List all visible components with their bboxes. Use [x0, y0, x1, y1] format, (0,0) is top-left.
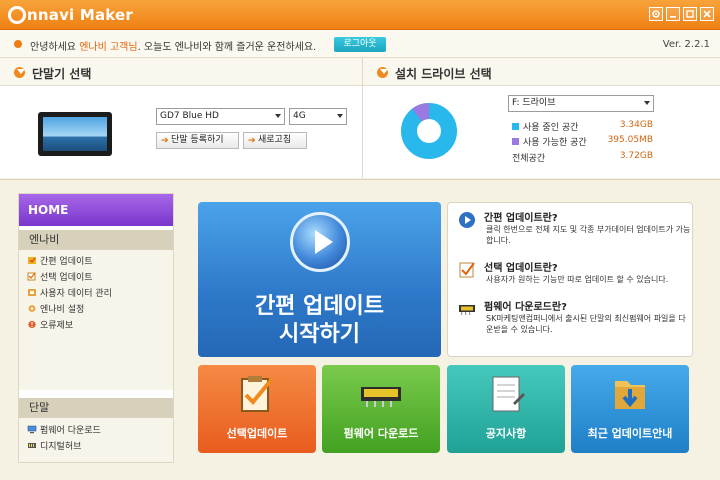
sidebar-item-ennavi-settings[interactable]: 엔나비 설정 [27, 302, 84, 315]
greeting-prefix: 안녕하세요 [30, 42, 76, 53]
recent-update-tile-label: 최근 업데이트안내 [587, 427, 673, 440]
info-desc-easy-update: 클릭 한번으로 전체 지도 및 각종 부가데이터 업데이트가 가능합니다. [486, 225, 691, 245]
info-desc-select-update: 사용자가 원하는 기능만 따로 업데이트 할 수 있습니다. [486, 275, 669, 284]
chevron-down-icon [644, 101, 650, 105]
select-update-tile[interactable]: 선택업데이트 [198, 365, 316, 453]
easy-update-icon [28, 257, 36, 264]
window-controls [649, 7, 714, 21]
chip-icon [361, 387, 401, 407]
drive-panel-header: 설치 드라이브 선택 [363, 58, 720, 86]
easy-update-start-line2: 시작하기 [279, 322, 360, 347]
free-space-arc [412, 103, 430, 122]
info-title-select-update: 선택 업데이트란? [484, 263, 558, 274]
free-swatch [512, 138, 519, 145]
select-update-info-icon [459, 262, 475, 278]
device-model-select[interactable]: GD7 Blue HD [156, 108, 285, 125]
folder-download-icon [615, 381, 645, 409]
refresh-button[interactable]: ➔ 새로고침 [243, 132, 307, 149]
version-label: Ver. 2.2.1 [662, 39, 710, 50]
info-desc-firmware: SK마케팅앤컴퍼니에서 출시된 단말의 최신펌웨어 파일을 다운받을 수 있습니… [486, 314, 686, 334]
greeting-suffix: . 오늘도 엔나비와 함께 즐거운 운전하세요. [137, 42, 317, 53]
notepad-icon [492, 376, 525, 412]
drive-select-value: F: 드라이브 [512, 98, 556, 108]
section-arrow-icon [377, 67, 388, 78]
total-space-label: 전체공간 [512, 154, 546, 164]
firmware-download-tile-label: 펌웨어 다운로드 [343, 427, 419, 440]
disk-usage-donut-chart [401, 103, 457, 159]
select-update-tile-label: 선택업데이트 [226, 427, 288, 440]
notice-tile-label: 공지사항 [485, 427, 527, 440]
used-space-legend: 사용 중인 공간 [512, 120, 578, 133]
settings-icon[interactable] [649, 7, 663, 21]
register-device-button[interactable]: ➔ 단말 등록하기 [156, 132, 239, 149]
used-space-label: 사용 중인 공간 [523, 123, 579, 133]
info-title-easy-update: 간편 업데이트란? [484, 213, 558, 224]
logout-button[interactable]: 로그아웃 [334, 37, 386, 52]
device-panel-header: 단말기 선택 [0, 58, 362, 86]
sidebar-item-user-data[interactable]: 사용자 데이터 관리 [27, 286, 112, 299]
section-arrow-icon [14, 67, 25, 78]
used-swatch [512, 123, 519, 130]
app-logo: nnavi Maker [8, 5, 133, 25]
arrow-right-icon: ➔ [248, 136, 256, 146]
sidebar-item-select-update[interactable]: 선택 업데이트 [27, 270, 93, 283]
info-panel: 간편 업데이트란? 클릭 한번으로 전체 지도 및 각종 부가데이터 업데이트가… [447, 202, 693, 357]
register-device-label: 단말 등록하기 [171, 135, 224, 145]
sidebar: HOME 엔나비 간편 업데이트 선택 업데이트 사용자 데이터 관리 엔나비 … [18, 193, 174, 463]
firmware-download-tile[interactable]: 펌웨어 다운로드 [322, 365, 440, 453]
chevron-down-icon [337, 114, 343, 118]
chevron-down-icon [275, 114, 281, 118]
capacity-value: 4G [293, 111, 306, 121]
device-model-value: GD7 Blue HD [160, 111, 219, 121]
drive-select[interactable]: F: 드라이브 [508, 95, 654, 112]
navigation-device-image [38, 112, 112, 156]
app-title: nnavi Maker [27, 6, 134, 24]
title-bar: nnavi Maker [0, 0, 720, 30]
home-button[interactable]: HOME [19, 194, 173, 226]
sidebar-item-error-report[interactable]: 오류제보 [27, 318, 73, 331]
sidebar-item-digital-hub[interactable]: 디지털허브 [27, 439, 81, 452]
sidebar-section-device: 단말 [19, 398, 173, 418]
minimize-icon[interactable] [666, 7, 680, 21]
easy-update-start-tile[interactable]: 간편 업데이트 시작하기 [198, 202, 441, 357]
free-space-label: 사용 가능한 공간 [523, 138, 587, 148]
gear-icon [28, 305, 36, 312]
close-icon[interactable] [700, 7, 714, 21]
easy-update-info-icon [459, 212, 475, 228]
restore-icon[interactable] [683, 7, 697, 21]
sidebar-section-ennavi-body: 간편 업데이트 선택 업데이트 사용자 데이터 관리 엔나비 설정 오류제보 [19, 250, 173, 390]
free-space-value: 395.05MB [607, 135, 653, 145]
checklist-icon [241, 376, 274, 412]
free-space-legend: 사용 가능한 공간 [512, 135, 587, 148]
firmware-info-icon [459, 305, 475, 315]
sidebar-item-firmware-download[interactable]: 펌웨어 다운로드 [27, 423, 101, 436]
sidebar-section-device-body: 펌웨어 다운로드 디지털허브 [19, 418, 173, 462]
refresh-label: 새로고침 [258, 135, 292, 145]
sidebar-section-ennavi: 엔나비 [19, 230, 173, 250]
drive-panel-title: 설치 드라이브 선택 [395, 67, 492, 81]
hub-icon [28, 443, 36, 448]
arrow-right-icon: ➔ [161, 136, 169, 146]
recent-update-tile[interactable]: 최근 업데이트안내 [571, 365, 689, 453]
info-title-firmware: 펌웨어 다운로드란? [484, 302, 567, 313]
user-data-icon [28, 289, 36, 296]
device-panel-title: 단말기 선택 [32, 67, 92, 81]
used-space-value: 3.34GB [619, 120, 653, 130]
capacity-select[interactable]: 4G [289, 108, 347, 125]
sidebar-item-easy-update[interactable]: 간편 업데이트 [27, 254, 93, 267]
greeting-bullet-icon [14, 40, 22, 48]
greeting-bar: 안녕하세요 엔나비 고객님. 오늘도 엔나비와 함께 즐거운 운전하세요. 로그… [0, 30, 720, 58]
logo-c-mark [8, 6, 26, 24]
select-update-icon [27, 272, 36, 281]
error-report-icon [28, 320, 36, 329]
greeting-user: 엔나비 고객님 [79, 42, 138, 53]
total-space-value: 3.72GB [619, 151, 653, 161]
monitor-icon [27, 425, 37, 434]
greeting-text: 안녕하세요 엔나비 고객님. 오늘도 엔나비와 함께 즐거운 운전하세요. [30, 38, 316, 53]
notice-tile[interactable]: 공지사항 [447, 365, 565, 453]
play-icon [290, 212, 350, 272]
